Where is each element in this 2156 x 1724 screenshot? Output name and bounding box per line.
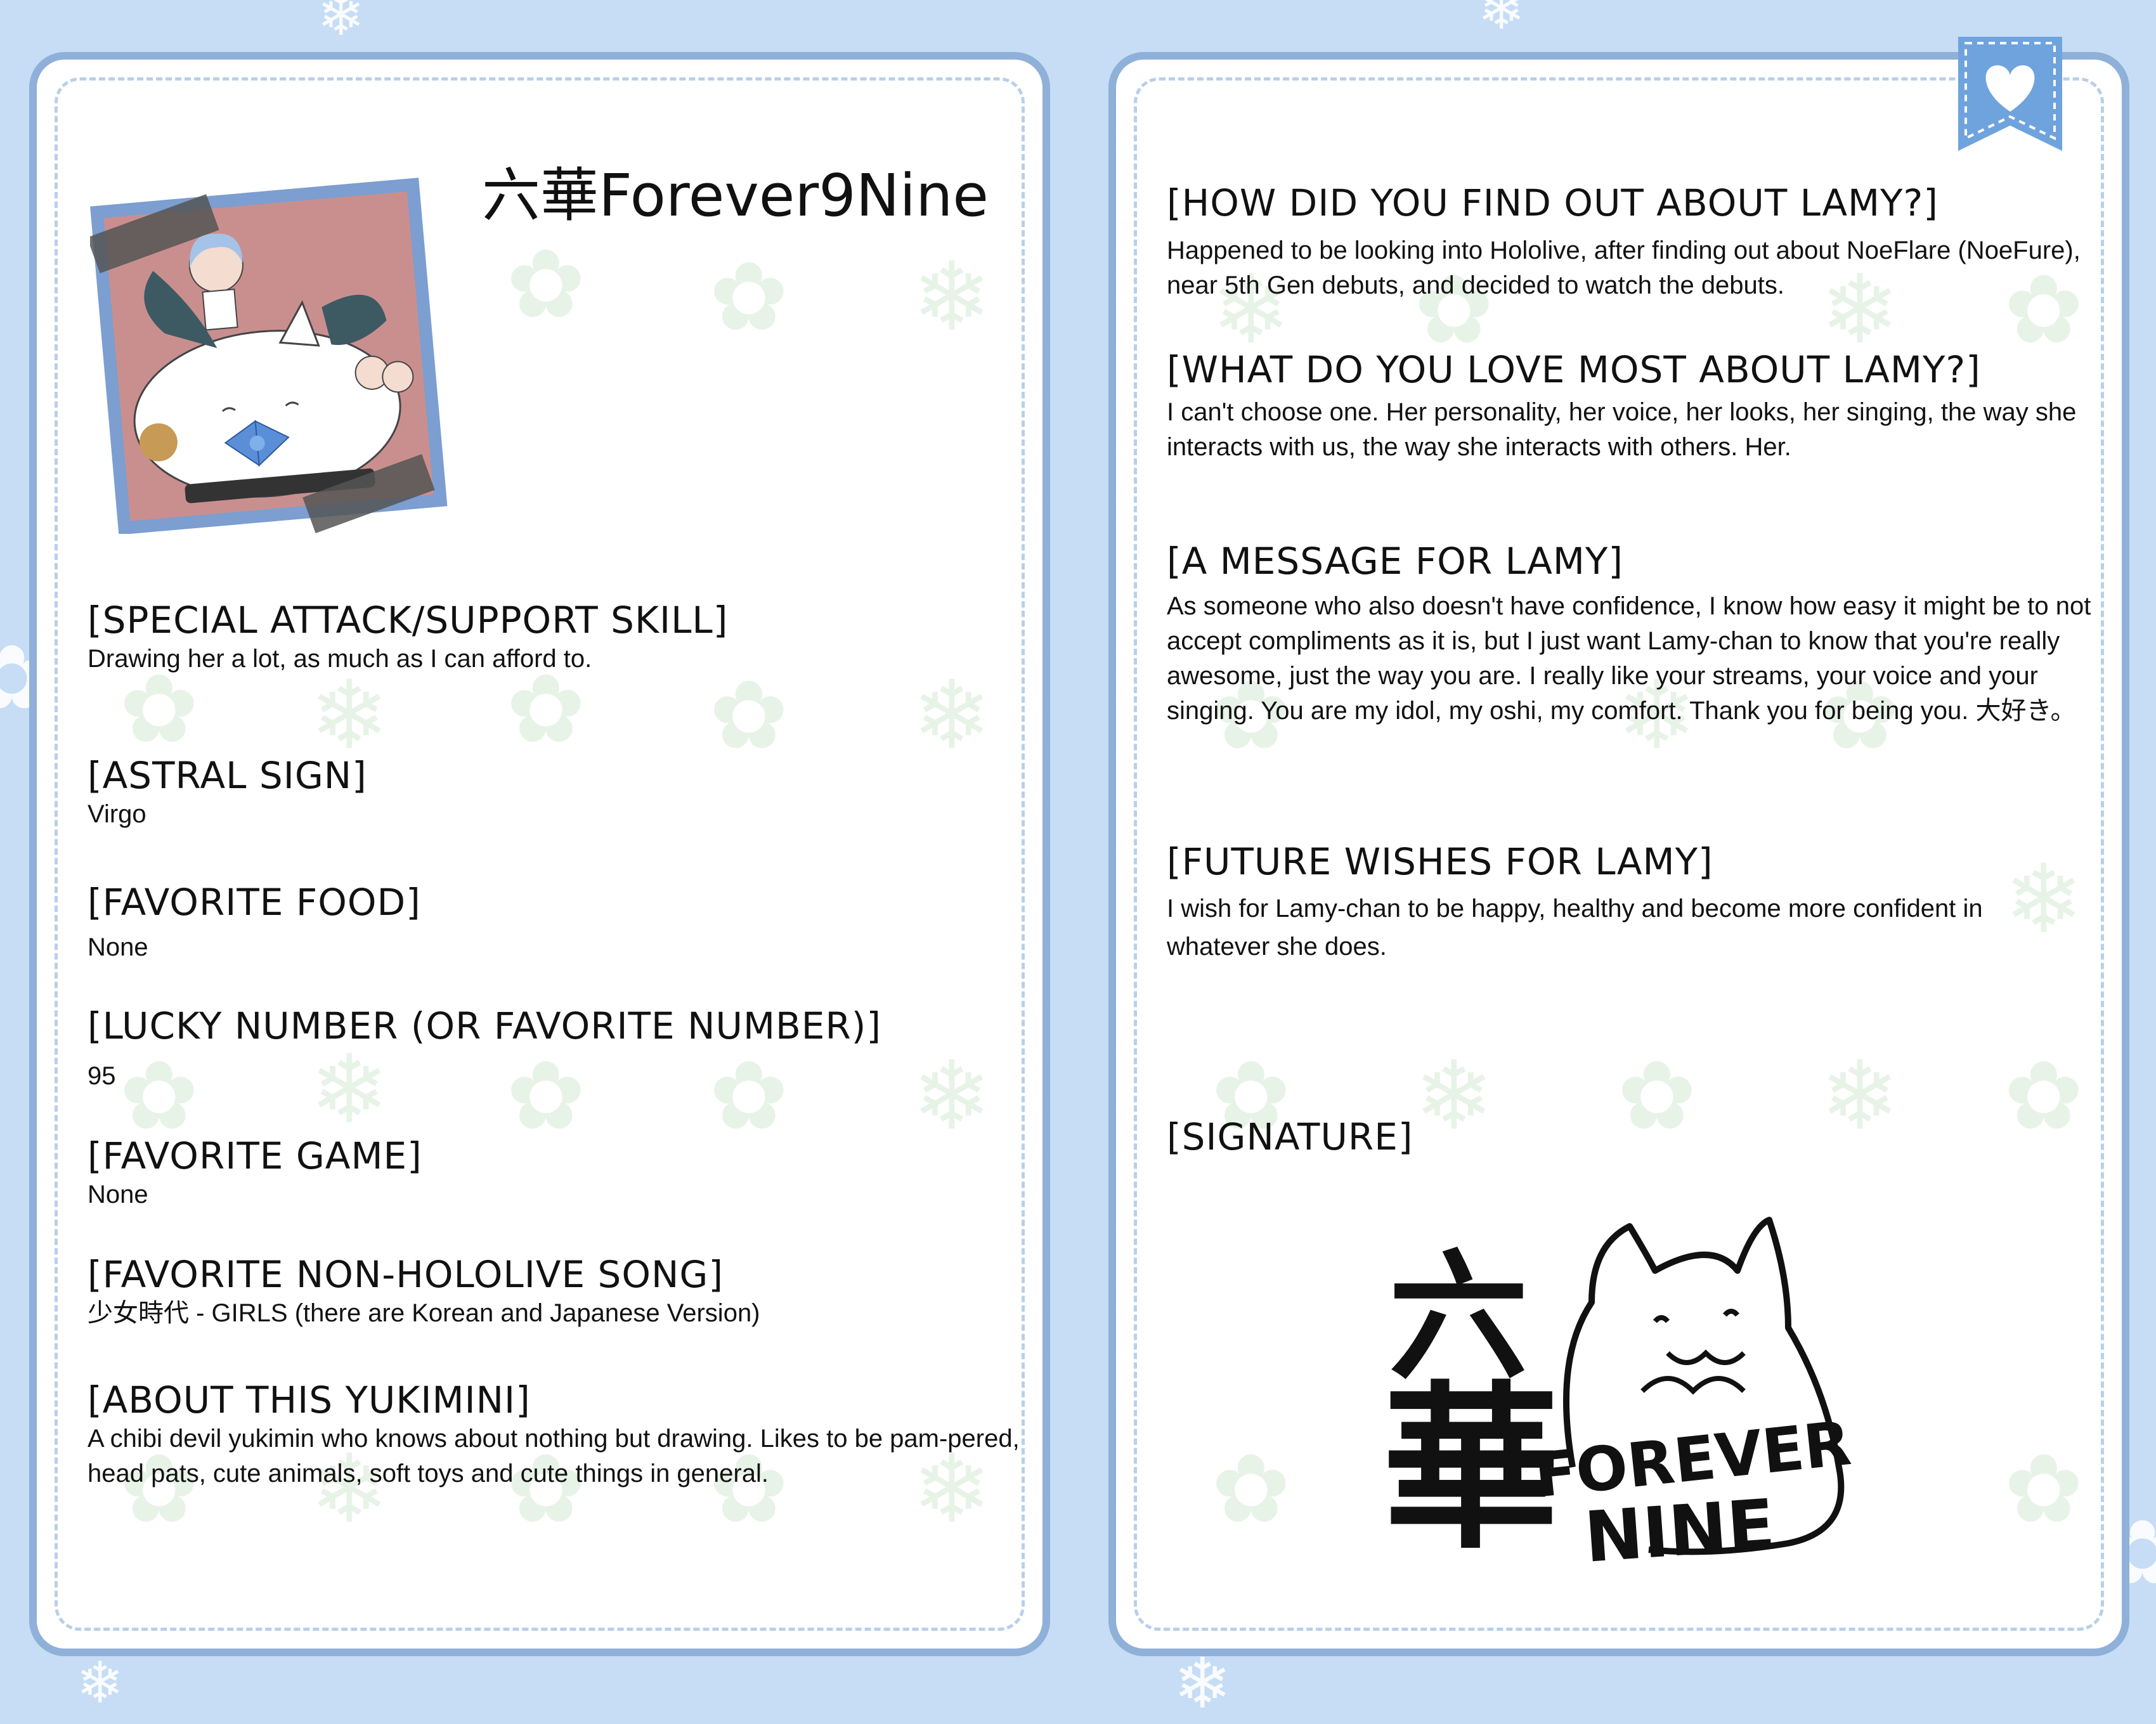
section-text: Happened to be looking into Hololive, af… [1167, 237, 2081, 299]
signature-kanji-main: 華 [1382, 1366, 1560, 1573]
section-heading: [SIGNATURE] [1167, 1115, 1413, 1158]
section-text: 95 [88, 1062, 116, 1090]
flower-pattern-icon: ✿ [1211, 1434, 1291, 1545]
section-favorite-song: [FAVORITE NON-HOLOLIVE SONG] 少女時代 - GIRL… [88, 1253, 1026, 1331]
section-text: Drawing her a lot, as much as I can affo… [88, 645, 592, 673]
section-text: None [88, 1181, 148, 1209]
section-text: As someone who also doesn't have confide… [1167, 592, 2091, 725]
section-text: Virgo [88, 800, 146, 828]
section-text: None [88, 933, 148, 961]
background-snowflake-icon: ❄ [1173, 1643, 1232, 1724]
section-heading: [FUTURE WISHES FOR LAMY] [1167, 840, 1713, 883]
section-special-attack: [SPECIAL ATTACK/SUPPORT SKILL] Drawing h… [88, 599, 1026, 677]
background-snowflake-icon: ❄ [76, 1650, 124, 1716]
section-heading: [A MESSAGE FOR LAMY] [1167, 540, 1623, 583]
flower-pattern-icon: ✿ [506, 230, 586, 340]
background-snowflake-icon: ❄ [1477, 0, 1526, 42]
profile-name: 六華Forever9Nine [482, 162, 989, 230]
section-about-yukimini: [ABOUT THIS YUKIMINI] A chibi devil yuki… [88, 1378, 1026, 1491]
section-favorite-food: [FAVORITE FOOD] None [88, 881, 1026, 965]
section-message: [A MESSAGE FOR LAMY] As someone who also… [1167, 540, 2093, 729]
section-future-wishes: [FUTURE WISHES FOR LAMY] I wish for Lamy… [1167, 840, 2093, 966]
profile-card-right: ❄ ✿ ❄ ✿ ✿ ❄ ✿ ❄ ✿ ❄ ✿ ❄ ✿ ✿ ✿ [HOW DID Y… [1108, 52, 2129, 1656]
section-astral-sign: [ASTRAL SIGN] Virgo [88, 754, 1026, 832]
section-signature: [SIGNATURE] [1167, 1115, 2093, 1158]
section-heading: [FAVORITE GAME] [88, 1134, 422, 1177]
flower-pattern-icon: ✿ [709, 242, 789, 353]
section-love-most: [WHAT DO YOU LOVE MOST ABOUT LAMY?] I ca… [1167, 348, 2093, 465]
background-snowflake-icon: ❄ [317, 0, 365, 49]
profile-photo [87, 166, 448, 535]
snowflake-pattern-icon: ❄ [912, 661, 992, 771]
section-heading: [WHAT DO YOU LOVE MOST ABOUT LAMY?] [1167, 348, 1981, 391]
chibi-artwork-icon [87, 178, 448, 535]
flower-pattern-icon: ✿ [2004, 1434, 2084, 1545]
section-heading: [FAVORITE NON-HOLOLIVE SONG] [88, 1253, 724, 1296]
signature-drawing: 六 華 FOREVER NINE [1382, 1217, 1854, 1578]
section-heading: [SPECIAL ATTACK/SUPPORT SKILL] [88, 599, 729, 642]
section-lucky-number: [LUCKY NUMBER (OR FAVORITE NUMBER)] 95 [88, 1004, 1026, 1094]
section-heading: [LUCKY NUMBER (OR FAVORITE NUMBER)] [88, 1004, 882, 1047]
section-text: I can't choose one. Her personality, her… [1167, 398, 2077, 461]
section-heading: [HOW DID YOU FIND OUT ABOUT LAMY?] [1167, 181, 1938, 224]
section-text: 少女時代 - GIRLS (there are Korean and Japan… [88, 1299, 760, 1327]
signature-logo: 六 華 FOREVER NINE [1382, 1201, 1858, 1607]
section-heading: [ABOUT THIS YUKIMINI] [88, 1378, 531, 1422]
heart-bookmark-icon [1953, 37, 2067, 154]
profile-card-left: ❄ ✿ ✿ ❄ ✿ ❄ ✿ ✿ ❄ ✿ ❄ ✿ ✿ ❄ ✿ ❄ ✿ ✿ ❄ [29, 52, 1050, 1656]
snowflake-pattern-icon: ❄ [912, 242, 992, 353]
section-text: A chibi devil yukimin who knows about no… [88, 1425, 1020, 1487]
signature-line2: NINE [1582, 1484, 1777, 1578]
section-text: I wish for Lamy-chan to be happy, health… [1167, 895, 1983, 961]
section-how-found: [HOW DID YOU FIND OUT ABOUT LAMY?] Happe… [1167, 181, 2093, 303]
section-heading: [ASTRAL SIGN] [88, 754, 367, 797]
section-heading: [FAVORITE FOOD] [88, 881, 421, 924]
snowflake-pattern-icon: ❄ [309, 661, 389, 771]
section-favorite-game: [FAVORITE GAME] None [88, 1134, 1026, 1212]
flower-pattern-icon: ✿ [709, 661, 789, 771]
